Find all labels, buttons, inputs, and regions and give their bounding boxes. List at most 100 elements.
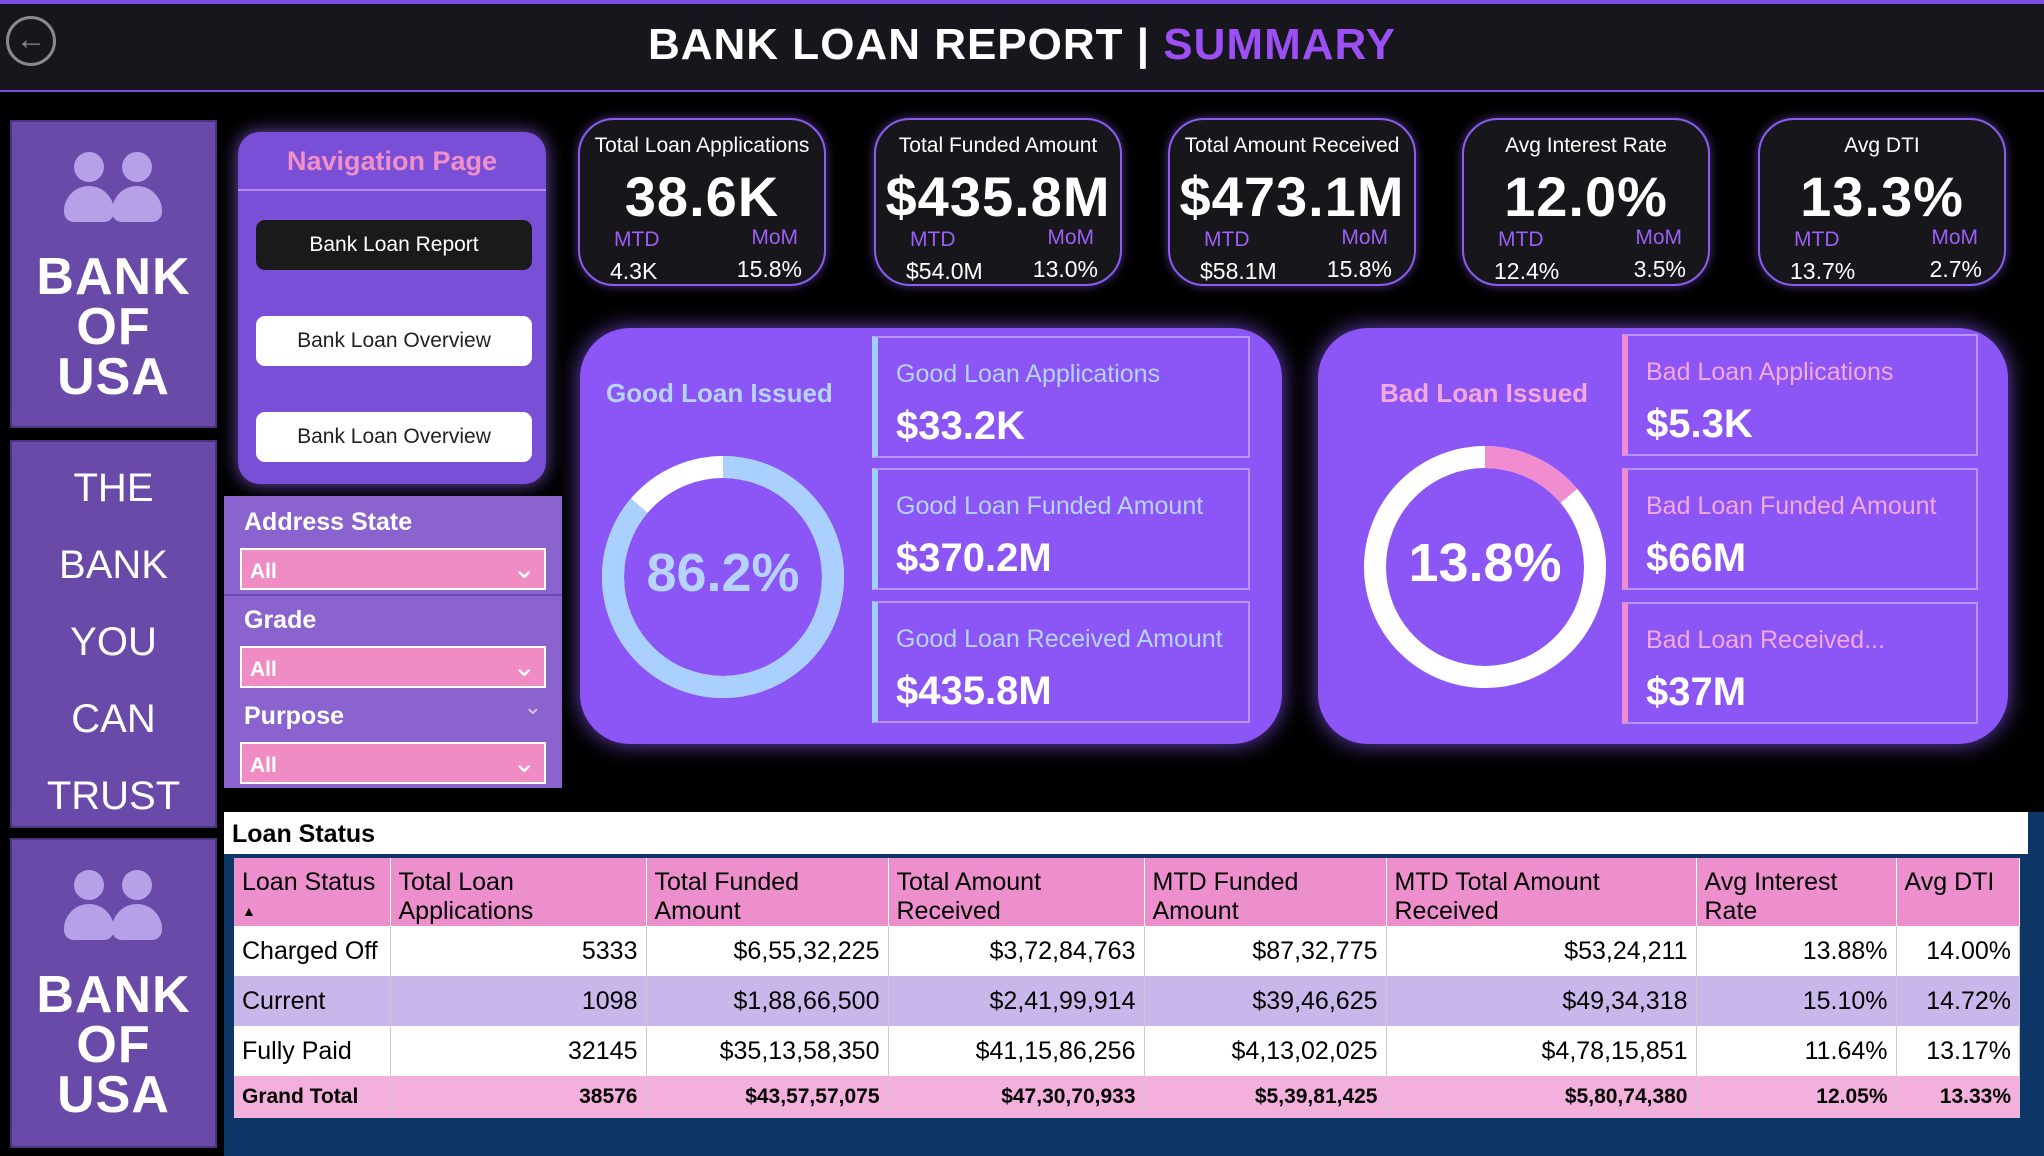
table-cell: $2,41,99,914 <box>888 976 1145 1026</box>
nav-button-bank-loan-overview[interactable]: Bank Loan Overview <box>256 316 532 366</box>
bad-loan-title: Bad Loan Issued <box>1380 378 1589 408</box>
kpi-mtd-value: $58.1M <box>1200 258 1277 284</box>
bad-loan-funded-card: Bad Loan Funded Amount $66M <box>1622 468 1978 590</box>
kpi-mom-value: 15.8% <box>1326 256 1392 282</box>
table-cell: $4,13,02,025 <box>1144 1026 1387 1076</box>
table-cell: $4,78,15,851 <box>1386 1026 1697 1076</box>
address-state-select[interactable]: All ⌄ <box>240 548 546 590</box>
purpose-select[interactable]: All ⌄ <box>240 742 546 784</box>
page-title: BANK LOAN REPORT | SUMMARY <box>0 20 2044 70</box>
nav-button-bank-loan-overview-2[interactable]: Bank Loan Overview <box>256 412 532 462</box>
bad-loan-panel: Bad Loan Issued 13.8% Bad Loan Applicati… <box>1318 328 2008 744</box>
table-cell: $47,30,70,933 <box>888 1076 1145 1118</box>
kpi-mom-label: MoM <box>751 226 798 249</box>
table-cell: $39,46,625 <box>1144 976 1387 1026</box>
metric-value: $33.2K <box>896 404 1025 448</box>
column-header[interactable]: MTD Total Amount Received <box>1386 858 1697 926</box>
good-loan-funded-card: Good Loan Funded Amount $370.2M <box>872 468 1250 590</box>
good-loan-received-card: Good Loan Received Amount $435.8M <box>872 601 1250 723</box>
brand-name: BANK OF USA <box>36 966 191 1124</box>
chevron-down-icon: ⌄ <box>512 747 536 778</box>
kpi-title: Total Loan Applications <box>594 134 810 157</box>
column-header[interactable]: Avg Interest Rate <box>1696 858 1897 926</box>
table-cell: $35,13,58,350 <box>646 1026 889 1076</box>
nav-title: Navigation Page <box>238 146 546 191</box>
good-loan-applications-card: Good Loan Applications $33.2K <box>872 336 1250 458</box>
loan-status-table-panel: Loan Status Loan Status ▲ Total Loan Appl… <box>224 812 2044 1156</box>
loan-status-table: Loan Status ▲ Total Loan Applications Tot… <box>234 858 2020 1118</box>
table-cell: $41,15,86,256 <box>888 1026 1145 1076</box>
metric-value: $37M <box>1646 670 1747 714</box>
table-cell: 13.17% <box>1896 1026 2020 1076</box>
table-row[interactable]: Current 1098 $1,88,66,500 $2,41,99,914 $39… <box>234 976 2020 1026</box>
brand-logo-bottom: BANK OF USA <box>10 838 217 1148</box>
bad-loan-applications-card: Bad Loan Applications $5.3K <box>1622 334 1978 456</box>
kpi-mtd-label: MTD <box>614 228 660 251</box>
kpi-mtd-value: $54.0M <box>906 258 983 284</box>
bad-loan-received-card: Bad Loan Received... $37M <box>1622 602 1978 724</box>
kpi-mom-label: MoM <box>1931 226 1978 249</box>
metric-label: Good Loan Applications <box>896 360 1161 388</box>
kpi-card-avg-interest-rate: Avg Interest Rate 12.0% MTD MoM 12.4% 3.… <box>1462 118 1710 286</box>
metric-label: Bad Loan Funded Amount <box>1646 492 1937 520</box>
grade-select[interactable]: All ⌄ <box>240 646 546 688</box>
kpi-value: 13.3% <box>1800 165 1964 228</box>
column-header[interactable]: Avg DTI <box>1896 858 2020 926</box>
title-accent: SUMMARY <box>1163 20 1396 69</box>
table-cell: Current <box>234 976 391 1026</box>
table-cell: 13.33% <box>1896 1076 2020 1118</box>
brand-tagline: THE BANK YOU CAN TRUST <box>10 440 217 828</box>
table-cell: $5,39,81,425 <box>1144 1076 1387 1118</box>
kpi-mtd-label: MTD <box>1498 228 1544 251</box>
kpi-value: 38.6K <box>624 165 780 228</box>
metric-value: $370.2M <box>896 536 1052 580</box>
table-row[interactable]: Fully Paid 32145 $35,13,58,350 $41,15,86,2… <box>234 1026 2020 1076</box>
select-value: All <box>250 754 277 777</box>
kpi-mom-value: 2.7% <box>1929 256 1982 282</box>
metric-value: $66M <box>1646 536 1747 580</box>
column-header[interactable]: Total Funded Amount <box>646 858 889 926</box>
table-header-row: Loan Status ▲ Total Loan Applications Tot… <box>234 858 2020 926</box>
kpi-card-total-funded-amount: Total Funded Amount $435.8M MTD MoM $54.… <box>874 118 1122 286</box>
table-cell: $5,80,74,380 <box>1386 1076 1697 1118</box>
kpi-value: $435.8M <box>885 165 1111 228</box>
brand-logo-top: BANK OF USA <box>10 120 217 428</box>
metric-label: Good Loan Funded Amount <box>896 492 1204 520</box>
select-value: All <box>250 560 277 583</box>
kpi-mom-value: 3.5% <box>1633 256 1686 282</box>
kpi-title: Avg Interest Rate <box>1505 134 1667 157</box>
column-header[interactable]: Total Amount Received <box>888 858 1145 926</box>
table-total-row: Grand Total 38576 $43,57,57,075 $47,30,70,… <box>234 1076 2020 1118</box>
kpi-card-total-loan-applications: Total Loan Applications 38.6K MTD MoM 4.… <box>578 118 826 286</box>
good-loan-title: Good Loan Issued <box>606 378 833 408</box>
navigation-panel: Navigation Page Bank Loan Report Bank Lo… <box>238 132 546 484</box>
table-cell: 11.64% <box>1696 1026 1897 1076</box>
tagline-word: CAN <box>71 697 156 741</box>
good-loan-panel: Good Loan Issued 86.2% Good Loan Applica… <box>580 328 1282 744</box>
sort-ascending-icon[interactable]: ▲ <box>242 903 382 919</box>
table-cell: 32145 <box>390 1026 647 1076</box>
metric-label: Good Loan Received Amount <box>896 625 1223 653</box>
table-cell: 14.00% <box>1896 926 2020 976</box>
nav-button-bank-loan-report[interactable]: Bank Loan Report <box>256 220 532 270</box>
people-icon <box>63 152 164 232</box>
kpi-value: $473.1M <box>1179 165 1405 228</box>
good-loan-donut: 86.2% <box>598 452 848 702</box>
column-header-loan-status[interactable]: Loan Status ▲ <box>234 858 391 926</box>
table-row[interactable]: Charged Off 5333 $6,55,32,225 $3,72,84,763… <box>234 926 2020 976</box>
table-cell: $3,72,84,763 <box>888 926 1145 976</box>
kpi-mom-value: 13.0% <box>1032 256 1098 282</box>
filter-label-purpose: Purpose <box>244 702 345 730</box>
table-cell: 12.05% <box>1696 1076 1897 1118</box>
tagline-word: TRUST <box>46 774 181 818</box>
filter-panel: Address State All ⌄ Grade All ⌄ Purpose … <box>224 496 562 788</box>
kpi-mom-label: MoM <box>1341 226 1388 249</box>
kpi-mtd-value: 4.3K <box>610 258 658 284</box>
table-title: Loan Status <box>224 812 2028 854</box>
column-header[interactable]: MTD Funded Amount <box>1144 858 1387 926</box>
kpi-mtd-value: 13.7% <box>1790 258 1856 284</box>
table-cell: $43,57,57,075 <box>646 1076 889 1118</box>
column-header[interactable]: Total Loan Applications <box>390 858 647 926</box>
table-cell: $87,32,775 <box>1144 926 1387 976</box>
chevron-down-icon[interactable]: ⌄ <box>524 694 542 720</box>
